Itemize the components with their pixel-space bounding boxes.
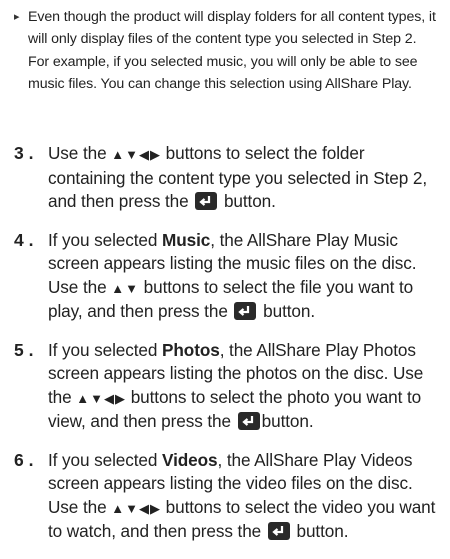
step-number: 5 . — [14, 339, 34, 360]
arrow-buttons-icon: ▲▼ — [111, 280, 139, 296]
step-text-part: If you selected — [48, 449, 158, 470]
enter-button-icon — [267, 522, 290, 547]
enter-button-icon — [237, 412, 260, 437]
step-6: 6 . If you selected Videos, the AllShare… — [14, 449, 444, 547]
step-number: 6 . — [14, 449, 34, 470]
step-keyword: Music — [162, 229, 211, 250]
step-text-part: button. — [261, 411, 314, 431]
step-keyword: Photos — [162, 339, 220, 360]
step-text-part: If you selected — [48, 339, 158, 360]
step-text-part: button. — [296, 521, 349, 541]
step-text-part: buttons to select the video you want to … — [48, 496, 436, 542]
note-text: Even though the product will display fol… — [28, 9, 436, 92]
note-bullet: ▸ — [14, 11, 20, 23]
step-keyword: Videos — [162, 449, 218, 470]
arrow-buttons-icon: ▲▼◀▶ — [111, 500, 161, 516]
enter-button-icon — [195, 192, 218, 217]
step-text-part: If you selected — [48, 229, 158, 250]
note-item: ▸ Even though the product will display f… — [14, 6, 439, 95]
step-number: 4 . — [14, 229, 34, 250]
step-text: Use the ▲▼◀▶ buttons to select the folde… — [48, 142, 444, 217]
step-text-part: Use the — [48, 143, 107, 163]
arrow-buttons-icon: ▲▼◀▶ — [111, 147, 161, 162]
step-text: If you selected Photos, the AllShare Pla… — [48, 339, 444, 437]
step-4: 4 . If you selected Music, the AllShare … — [14, 229, 444, 327]
step-text: If you selected Videos, the AllShare Pla… — [48, 449, 444, 547]
steps-list: 3 . Use the ▲▼◀▶ buttons to select the f… — [14, 142, 444, 559]
enter-button-icon — [234, 302, 257, 327]
step-3: 3 . Use the ▲▼◀▶ buttons to select the f… — [14, 142, 444, 217]
arrow-buttons-icon: ▲▼◀▶ — [76, 390, 127, 406]
step-text-part: button. — [263, 301, 316, 321]
step-5: 5 . If you selected Photos, the AllShare… — [14, 339, 444, 437]
step-text: If you selected Music, the AllShare Play… — [48, 229, 444, 327]
step-text-part: button. — [223, 191, 276, 211]
step-number: 3 . — [14, 143, 34, 163]
